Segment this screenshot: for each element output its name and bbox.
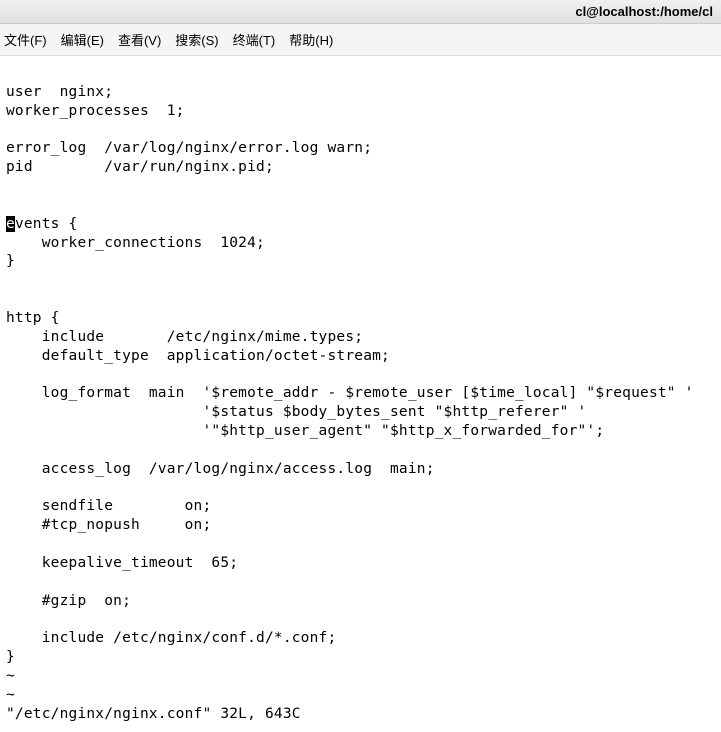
line: keepalive_timeout 65; [6, 555, 238, 571]
line: user nginx; [6, 84, 113, 100]
line: default_type application/octet-stream; [6, 348, 390, 364]
line: worker_processes 1; [6, 103, 185, 119]
line: log_format main '$remote_addr - $remote_… [6, 385, 694, 401]
cursor-after: vents { [15, 216, 78, 232]
menu-terminal[interactable]: 终端(T) [233, 30, 276, 49]
line: include /etc/nginx/mime.types; [6, 329, 363, 345]
window-title: cl@localhost:/home/cl [575, 4, 713, 19]
line: #gzip on; [6, 593, 131, 609]
line: http { [6, 310, 60, 326]
menu-file[interactable]: 文件(F) [4, 30, 47, 49]
vim-tilde: ~ [6, 668, 15, 684]
menu-view[interactable]: 查看(V) [118, 30, 161, 49]
vim-cursor: e [6, 216, 15, 232]
line: #tcp_nopush on; [6, 517, 211, 533]
menu-edit[interactable]: 编辑(E) [61, 30, 104, 49]
line: '"$http_user_agent" "$http_x_forwarded_f… [6, 423, 604, 439]
menu-bar: 文件(F) 编辑(E) 查看(V) 搜索(S) 终端(T) 帮助(H) [0, 24, 721, 56]
line: '$status $body_bytes_sent "$http_referer… [6, 404, 586, 420]
menu-help[interactable]: 帮助(H) [289, 30, 333, 49]
line: pid /var/run/nginx.pid; [6, 159, 274, 175]
line: access_log /var/log/nginx/access.log mai… [6, 461, 435, 477]
line: error_log /var/log/nginx/error.log warn; [6, 140, 372, 156]
menu-search[interactable]: 搜索(S) [175, 30, 218, 49]
line: worker_connections 1024; [6, 235, 265, 251]
title-bar: cl@localhost:/home/cl [0, 0, 721, 24]
line: sendfile on; [6, 498, 211, 514]
vim-status-line: "/etc/nginx/nginx.conf" 32L, 643C [6, 706, 301, 722]
line: include /etc/nginx/conf.d/*.conf; [6, 630, 336, 646]
line: } [6, 649, 15, 665]
vim-tilde: ~ [6, 687, 15, 703]
line: } [6, 253, 15, 269]
terminal-content[interactable]: user nginx; worker_processes 1; error_lo… [0, 56, 721, 732]
